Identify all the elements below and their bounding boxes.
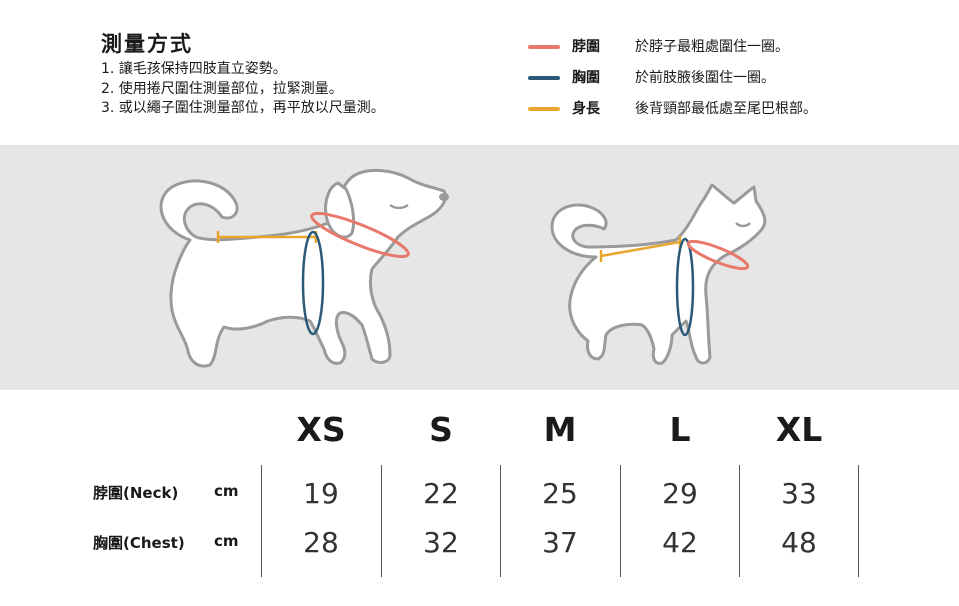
legend-swatch-neck xyxy=(528,45,560,49)
row-label-neck: 脖圍(Neck) xyxy=(93,484,179,502)
legend-description: 於脖子最粗處圍住一圈。 xyxy=(635,39,789,55)
neck-value-m: 25 xyxy=(542,477,578,510)
pet-illustration xyxy=(159,169,767,368)
size-header-s: S xyxy=(429,410,453,449)
row-unit-neck: cm xyxy=(214,482,239,500)
cat-illustration xyxy=(550,183,767,365)
row-label-chest: 胸圍(Chest) xyxy=(93,534,185,552)
measurement-legend: 脖圍 於脖子最粗處圍住一圈。 胸圍 於前肢腋後圍住一圈。 身長 後背頸部最低處至… xyxy=(528,36,948,129)
size-header-l: L xyxy=(669,410,691,449)
legend-name: 胸圍 xyxy=(572,70,600,86)
step-item: 1. 讓毛孩保持四肢直立姿勢。 xyxy=(101,61,287,77)
step-list: 1. 讓毛孩保持四肢直立姿勢。 2. 使用捲尺圍住測量部位，拉緊測量。 3. 或… xyxy=(101,60,385,119)
legend-description: 後背頸部最低處至尾巴根部。 xyxy=(635,101,817,117)
chest-value-xl: 48 xyxy=(781,526,817,559)
legend-name: 身長 xyxy=(572,101,600,117)
step-item: 2. 使用捲尺圍住測量部位，拉緊測量。 xyxy=(101,80,343,97)
legend-swatch-chest xyxy=(528,76,560,80)
chest-value-l: 42 xyxy=(662,526,698,559)
neck-value-xs: 19 xyxy=(303,477,339,510)
neck-value-xl: 33 xyxy=(781,477,817,510)
legend-item-length: 身長 後背頸部最低處至尾巴根部。 xyxy=(528,98,948,129)
chest-value-xs: 28 xyxy=(303,526,339,559)
size-header-xs: XS xyxy=(296,410,346,449)
legend-swatch-length xyxy=(528,107,560,111)
row-unit-chest: cm xyxy=(214,532,239,550)
step-item: 3. 或以繩子圍住測量部位，再平放以尺量測。 xyxy=(101,100,385,116)
method-title: 測量方式 xyxy=(101,32,193,56)
pet-illustration-panel xyxy=(0,145,959,390)
legend-description: 於前肢腋後圍住一圈。 xyxy=(635,70,775,86)
size-chart-table: XS S M L XL 脖圍(Neck) cm 19 22 25 29 33 胸… xyxy=(0,390,959,606)
size-header-m: M xyxy=(543,410,577,449)
dog-nose xyxy=(439,193,449,201)
size-header-xl: XL xyxy=(775,410,823,449)
legend-item-chest: 胸圍 於前肢腋後圍住一圈。 xyxy=(528,67,948,98)
measurement-instructions: 測量方式 1. 讓毛孩保持四肢直立姿勢。 2. 使用捲尺圍住測量部位，拉緊測量。… xyxy=(0,0,959,145)
neck-value-s: 22 xyxy=(423,477,459,510)
chest-value-m: 37 xyxy=(542,526,578,559)
legend-item-neck: 脖圍 於脖子最粗處圍住一圈。 xyxy=(528,36,948,67)
legend-name: 脖圍 xyxy=(572,39,600,55)
chest-value-s: 32 xyxy=(423,526,459,559)
neck-value-l: 29 xyxy=(662,477,698,510)
